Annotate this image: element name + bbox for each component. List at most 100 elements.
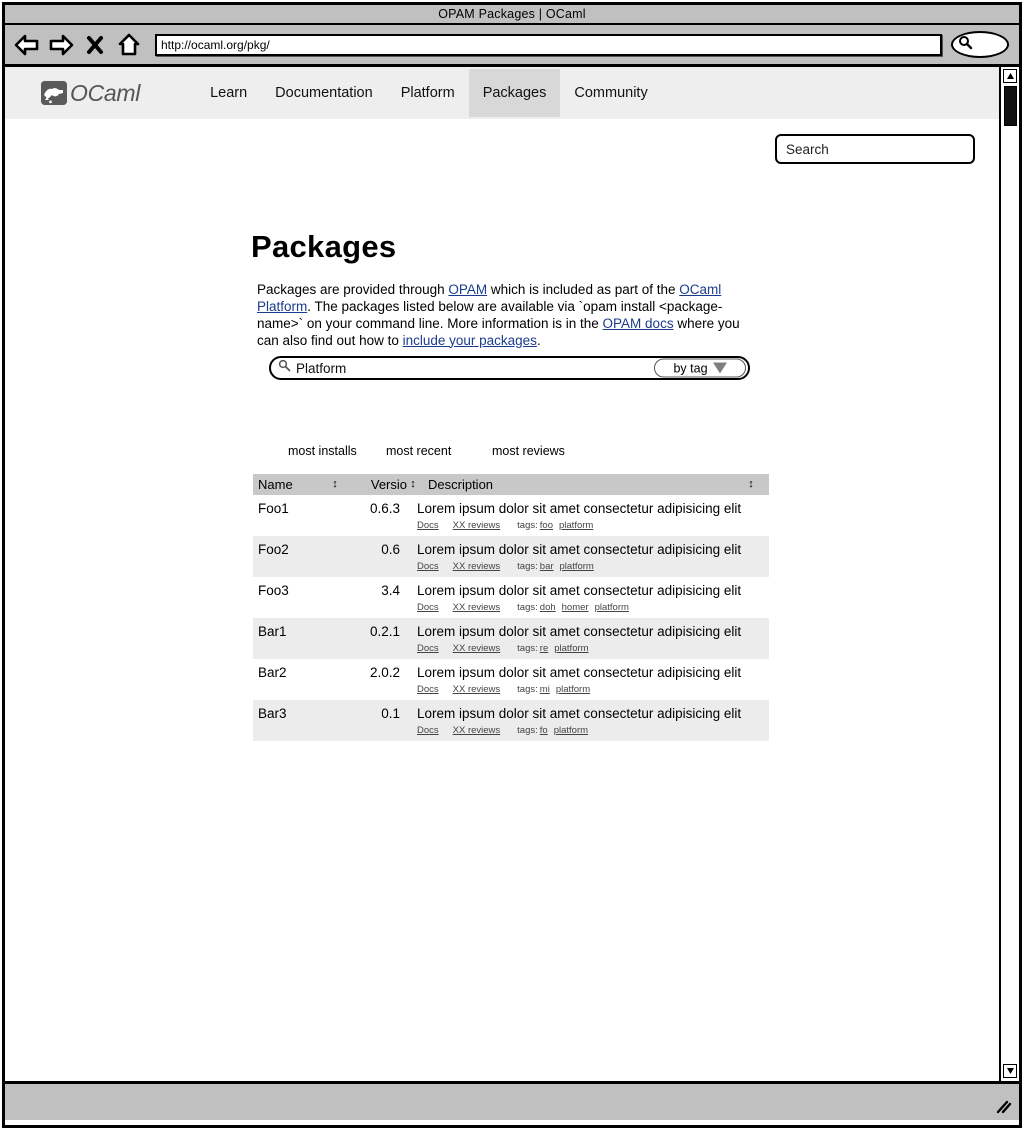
browser-toolbar: http://ocaml.org/pkg/ <box>5 25 1019 67</box>
reviews-link[interactable]: XX reviews <box>453 520 501 531</box>
filter-search-value: Platform <box>296 360 347 376</box>
vertical-scrollbar[interactable] <box>999 67 1019 1081</box>
package-meta: Docs XX reviews tags: fo platform <box>417 725 769 736</box>
nav-item-packages[interactable]: Packages <box>468 68 561 118</box>
tag-link[interactable]: homer <box>562 602 589 613</box>
tag-link[interactable]: foo <box>540 520 553 531</box>
scrollbar-thumb[interactable] <box>1003 86 1017 126</box>
package-filter-bar[interactable]: Platform by tag <box>269 356 750 380</box>
sort-description-icon[interactable]: ↕ <box>745 479 757 490</box>
package-description-cell: Lorem ipsum dolor sit amet consectetur a… <box>400 542 769 572</box>
browser-title-bar: OPAM Packages | OCaml <box>5 5 1019 25</box>
package-description-cell: Lorem ipsum dolor sit amet consectetur a… <box>400 624 769 654</box>
tag-link[interactable]: platform <box>595 602 629 613</box>
nav-item-documentation[interactable]: Documentation <box>261 70 387 117</box>
column-header-description[interactable]: Description <box>419 477 493 492</box>
table-body: Foo1 0.6.3 Lorem ipsum dolor sit amet cons… <box>253 495 769 741</box>
package-name: Foo2 <box>258 542 289 557</box>
tags-label: tags: <box>517 643 538 654</box>
intro-text-2: which is included as part of the <box>487 281 680 297</box>
docs-link[interactable]: Docs <box>417 684 439 695</box>
tags-label: tags: <box>517 561 538 572</box>
package-description-cell: Lorem ipsum dolor sit amet consectetur a… <box>400 501 769 531</box>
tags-label: tags: <box>517 520 538 531</box>
package-description: Lorem ipsum dolor sit amet consectetur a… <box>417 624 742 639</box>
docs-link[interactable]: Docs <box>417 602 439 613</box>
scroll-up-icon[interactable] <box>1003 69 1017 83</box>
docs-link[interactable]: Docs <box>417 520 439 531</box>
table-row[interactable]: Bar3 0.1 Lorem ipsum dolor sit amet consec… <box>253 700 769 741</box>
nav-links: Learn Documentation Platform Packages Co… <box>196 67 662 119</box>
reviews-link[interactable]: XX reviews <box>453 561 501 572</box>
table-row[interactable]: Bar2 2.0.2 Lorem ipsum dolor sit amet cons… <box>253 659 769 700</box>
docs-link[interactable]: Docs <box>417 561 439 572</box>
table-row[interactable]: Foo3 3.4 Lorem ipsum dolor sit amet consec… <box>253 577 769 618</box>
tag-link[interactable]: mi <box>540 684 550 695</box>
package-version: 0.6.3 <box>369 501 400 516</box>
column-header-version[interactable]: Versio <box>341 477 407 492</box>
sort-most-reviews[interactable]: most reviews <box>492 444 565 458</box>
browser-window: OPAM Packages | OCaml http://ocaml.org/p… <box>2 2 1022 1128</box>
tags-label: tags: <box>517 684 538 695</box>
package-version: 3.4 <box>381 583 400 598</box>
reviews-link[interactable]: XX reviews <box>453 643 501 654</box>
scroll-down-icon[interactable] <box>1003 1064 1017 1078</box>
table-row[interactable]: Bar1 0.2.1 Lorem ipsum dolor sit amet cons… <box>253 618 769 659</box>
reviews-link[interactable]: XX reviews <box>453 725 501 736</box>
tag-link[interactable]: platform <box>554 725 588 736</box>
package-version: 0.6 <box>381 542 400 557</box>
tag-link[interactable]: platform <box>554 643 588 654</box>
package-name: Bar3 <box>258 706 287 721</box>
resize-grip-icon[interactable] <box>996 1100 1012 1114</box>
tag-link[interactable]: platform <box>560 561 594 572</box>
intro-text-5: . <box>536 332 541 348</box>
sort-name-icon[interactable]: ↕ <box>329 479 341 490</box>
home-icon[interactable] <box>115 32 143 58</box>
window-title: OPAM Packages | OCaml <box>438 7 586 21</box>
nav-item-platform[interactable]: Platform <box>387 70 469 117</box>
camel-logo-icon <box>41 81 67 105</box>
link-include-your-packages[interactable]: include your packages <box>403 333 537 348</box>
nav-item-learn[interactable]: Learn <box>196 70 261 117</box>
browser-viewport: OCaml Learn Documentation Platform Packa… <box>5 67 1019 1084</box>
package-description: Lorem ipsum dolor sit amet consectetur a… <box>417 542 742 557</box>
sort-version-icon[interactable]: ↕ <box>407 479 419 490</box>
column-header-name[interactable]: Name <box>253 477 329 492</box>
close-x-icon[interactable] <box>81 32 109 58</box>
ocaml-logo[interactable]: OCaml <box>41 80 140 107</box>
reviews-link[interactable]: XX reviews <box>453 602 501 613</box>
package-meta: Docs XX reviews tags: re platform <box>417 643 769 654</box>
package-meta: Docs XX reviews tags: foo platform <box>417 520 769 531</box>
site-search-input[interactable]: Search <box>775 134 975 164</box>
package-description: Lorem ipsum dolor sit amet consectetur a… <box>417 665 742 680</box>
package-description: Lorem ipsum dolor sit amet consectetur a… <box>417 583 742 598</box>
table-row[interactable]: Foo2 0.6 Lorem ipsum dolor sit amet consec… <box>253 536 769 577</box>
logo-text: OCaml <box>70 79 141 106</box>
nav-item-community[interactable]: Community <box>560 70 661 117</box>
tag-link[interactable]: platform <box>559 520 593 531</box>
table-header-row: Name ↕ Versio ↕ Description ↕ <box>253 474 769 495</box>
docs-link[interactable]: Docs <box>417 725 439 736</box>
sort-most-installs[interactable]: most installs <box>288 444 386 458</box>
package-meta: Docs XX reviews tags: bar platform <box>417 561 769 572</box>
package-name: Bar2 <box>258 665 287 680</box>
table-row[interactable]: Foo1 0.6.3 Lorem ipsum dolor sit amet cons… <box>253 495 769 536</box>
docs-link[interactable]: Docs <box>417 643 439 654</box>
tag-link[interactable]: platform <box>556 684 590 695</box>
link-opam[interactable]: OPAM <box>448 282 487 297</box>
reviews-link[interactable]: XX reviews <box>453 684 501 695</box>
by-tag-dropdown[interactable]: by tag <box>654 358 746 378</box>
tag-link[interactable]: doh <box>540 602 556 613</box>
browser-search-button[interactable] <box>951 31 1009 58</box>
tag-link[interactable]: bar <box>540 561 554 572</box>
url-bar[interactable]: http://ocaml.org/pkg/ <box>155 33 942 56</box>
search-icon <box>958 35 973 55</box>
link-opam-docs[interactable]: OPAM docs <box>603 316 674 331</box>
sort-most-recent[interactable]: most recent <box>386 444 492 458</box>
package-description-cell: Lorem ipsum dolor sit amet consectetur a… <box>400 665 769 695</box>
back-arrow-icon[interactable] <box>13 32 41 58</box>
page-content-area: OCaml Learn Documentation Platform Packa… <box>5 67 999 1081</box>
forward-arrow-icon[interactable] <box>47 32 75 58</box>
tag-link[interactable]: re <box>540 643 548 654</box>
tag-link[interactable]: fo <box>540 725 548 736</box>
